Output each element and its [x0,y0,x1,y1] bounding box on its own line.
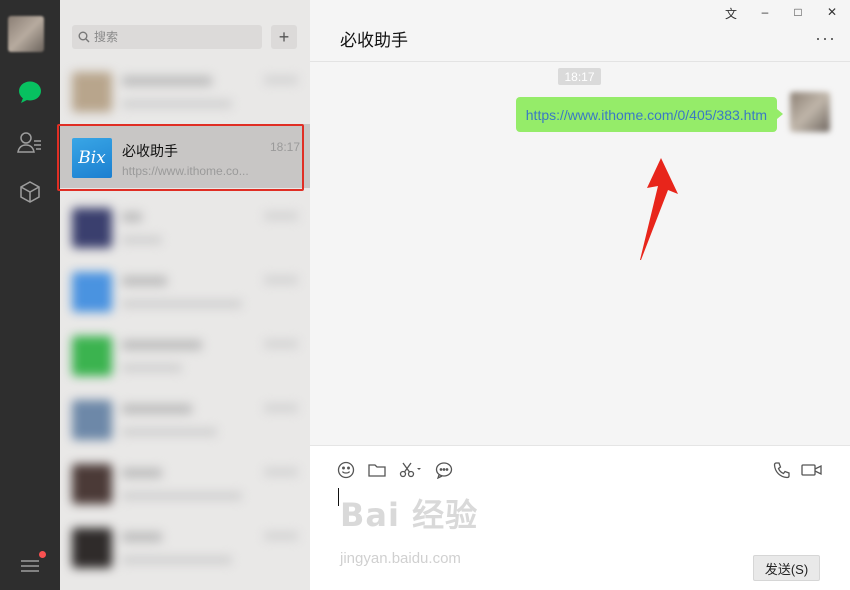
chat-pane: 必收助手 ··· ⽂ – □ ✕ 18:17 https://www.ithom… [310,0,850,590]
phone-icon[interactable] [772,460,792,480]
search-input[interactable] [94,30,254,44]
emoji-icon[interactable] [336,460,356,480]
minimize-button[interactable]: – [754,5,776,19]
chat-history-icon[interactable] [434,460,454,480]
list-item[interactable] [60,452,310,516]
contacts-icon[interactable] [16,128,44,156]
add-button[interactable]: + [271,25,297,49]
notification-dot [39,551,46,558]
folder-icon[interactable] [367,460,387,480]
close-button[interactable]: ✕ [821,5,843,19]
conversation-logo: Bix [72,138,112,178]
chat-title: 必收助手 [340,31,408,50]
list-item[interactable] [60,196,310,260]
conversation-preview: https://www.ithome.co... [122,164,249,178]
pin-button[interactable]: ⽂ [720,5,742,22]
menu-icon[interactable] [16,551,46,580]
send-button[interactable]: 发送(S) [753,555,820,581]
conversation-name: 必收助手 [122,143,178,159]
conversation-time: 18:17 [269,140,300,154]
message-composer[interactable]: 发送(S) [310,445,850,590]
scissors-icon[interactable] [398,460,424,480]
annotation-arrow [640,158,678,260]
list-item[interactable] [60,260,310,324]
navigation-rail [0,0,60,590]
list-item[interactable] [60,388,310,452]
chat-icon[interactable] [16,78,44,106]
video-icon[interactable] [801,460,823,480]
message-timestamp: 18:17 [558,68,601,85]
conversation-item-active[interactable]: Bix 必收助手 18:17 https://www.ithome.co... [60,124,310,188]
search-icon [78,31,90,43]
list-item[interactable] [60,324,310,388]
conversation-list: + Bix 必收助手 18:17 https://www.ithome.co..… [60,0,310,590]
sender-avatar[interactable] [790,92,830,132]
search-box[interactable] [72,25,262,49]
more-options-button[interactable]: ··· [815,28,836,49]
user-avatar[interactable] [8,16,44,52]
message-bubble[interactable]: https://www.ithome.com/0/405/383.htm [515,97,784,132]
chat-header: 必收助手 ··· ⽂ – □ ✕ [310,0,850,62]
list-item[interactable] [60,516,310,580]
maximize-button[interactable]: □ [787,5,809,19]
favorites-icon[interactable] [16,178,44,206]
text-cursor [338,488,339,506]
list-item[interactable] [60,60,310,124]
